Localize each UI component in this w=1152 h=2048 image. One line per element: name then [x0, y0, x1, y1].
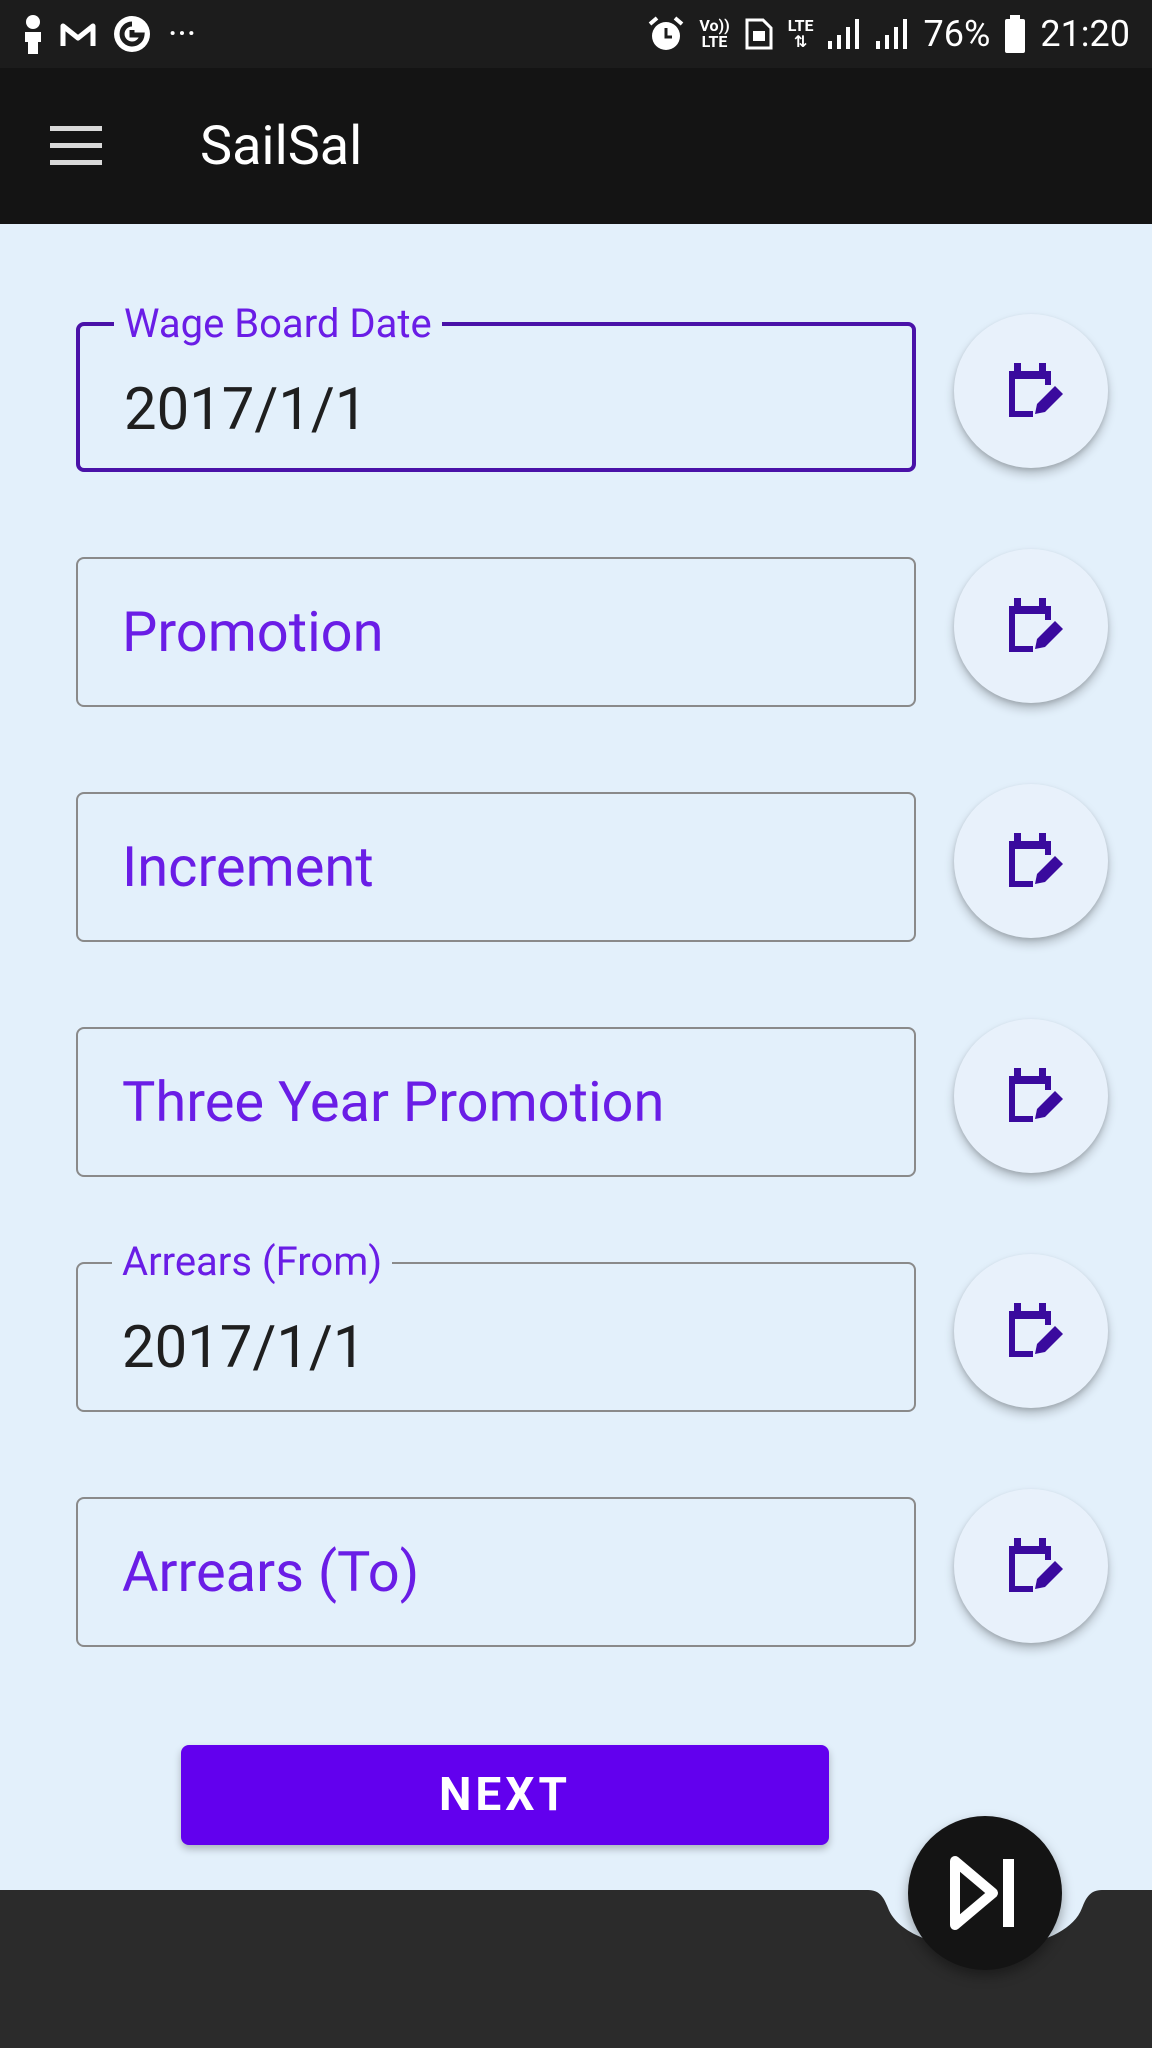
wage-board-date-picker-button[interactable] [954, 314, 1108, 468]
next-button[interactable]: NEXT [181, 1745, 829, 1845]
promotion-picker-button[interactable] [954, 549, 1108, 703]
lte-arrows: ⇅ [793, 32, 808, 51]
arrears-from-field[interactable]: Arrears (From) 2017/1/1 [76, 1234, 916, 1412]
wage-board-date-label: Wage Board Date [114, 296, 442, 352]
arrears-to-field[interactable]: Arrears (To) [76, 1497, 916, 1647]
app-title: SailSal [200, 115, 363, 178]
calendar-edit-icon [1009, 1303, 1063, 1357]
arrears-from-label: Arrears (From) [112, 1234, 393, 1290]
person-silhouette-icon [25, 15, 41, 54]
gmail-icon [60, 23, 96, 46]
calendar-edit-icon [1009, 833, 1063, 887]
increment-placeholder: Increment [122, 834, 374, 900]
status-right: Vo)) LTE LTE ⇅ 76% 21:20 [647, 10, 1130, 58]
calendar-edit-icon [1009, 1068, 1063, 1122]
battery-percent: 76% [923, 13, 991, 55]
google-icon [114, 16, 150, 52]
arrears-to-placeholder: Arrears (To) [122, 1539, 420, 1605]
three-year-promotion-field[interactable]: Three Year Promotion [76, 1027, 916, 1177]
status-left: ··· [22, 10, 196, 58]
sim-icon [745, 18, 773, 50]
three-year-promotion-placeholder: Three Year Promotion [122, 1069, 665, 1135]
menu-button[interactable] [46, 120, 106, 172]
wage-board-date-field[interactable]: Wage Board Date 2017/1/1 [76, 296, 916, 472]
calendar-edit-icon [1009, 1538, 1063, 1592]
calendar-edit-icon [1009, 598, 1063, 652]
skip-next-fab[interactable] [908, 1816, 1062, 1970]
status-bar: ··· Vo)) LTE LTE ⇅ 76% 21:20 [0, 0, 1152, 68]
calendar-edit-icon [1009, 363, 1063, 417]
wage-board-date-value[interactable]: 2017/1/1 [124, 370, 367, 450]
increment-field[interactable]: Increment [76, 792, 916, 942]
more-dots-icon: ··· [168, 13, 197, 55]
hamburger-menu-icon[interactable] [46, 120, 106, 172]
arrears-to-picker-button[interactable] [954, 1489, 1108, 1643]
three-year-promotion-picker-button[interactable] [954, 1019, 1108, 1173]
lte-icon: LTE ⇅ [788, 18, 814, 50]
arrears-from-value[interactable]: 2017/1/1 [122, 1308, 365, 1388]
signal-icon [827, 19, 859, 49]
clock: 21:20 [1040, 13, 1130, 55]
increment-picker-button[interactable] [954, 784, 1108, 938]
volte-icon: Vo)) LTE [699, 18, 729, 50]
promotion-placeholder: Promotion [122, 599, 384, 665]
alarm-icon [649, 16, 684, 50]
signal-icon [875, 19, 907, 49]
battery-icon [1005, 15, 1026, 53]
promotion-field[interactable]: Promotion [76, 557, 916, 707]
app-bar: SailSal [0, 68, 1152, 224]
volte-bottom-label: LTE [701, 32, 728, 51]
skip-next-icon [950, 1856, 1014, 1930]
arrears-from-picker-button[interactable] [954, 1254, 1108, 1408]
